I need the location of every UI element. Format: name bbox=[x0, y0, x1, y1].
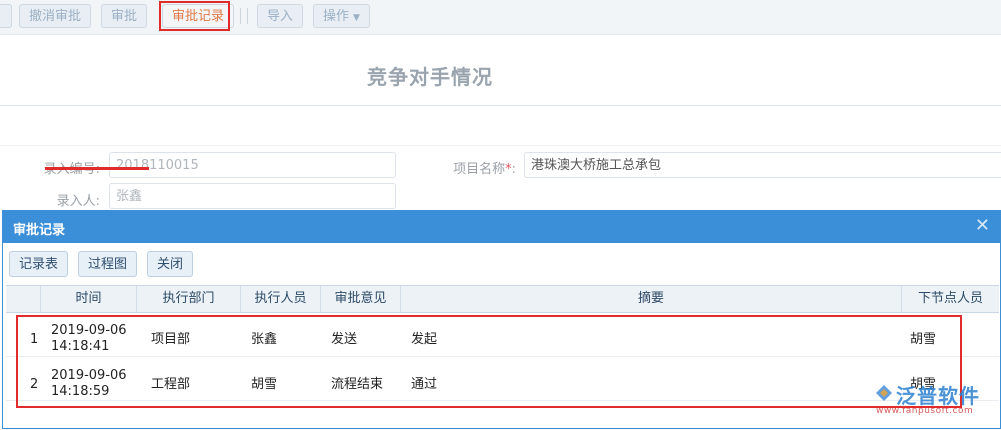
toolbar-separator bbox=[247, 8, 248, 24]
column-header-person[interactable]: 执行人员 bbox=[241, 286, 321, 312]
highlight-box-approval-rows bbox=[16, 315, 962, 408]
project-name-label: 项目名称*: bbox=[420, 158, 516, 177]
column-header-time[interactable]: 时间 bbox=[41, 286, 137, 312]
toolbar-button-hidden[interactable] bbox=[0, 4, 12, 28]
approve-button[interactable]: 审批 bbox=[101, 4, 148, 28]
close-button[interactable]: 关闭 bbox=[147, 251, 194, 277]
highlight-underline-entry-person bbox=[45, 167, 149, 170]
dialog-title: 审批记录 bbox=[13, 223, 66, 238]
form-title: 竞争对手情况 bbox=[367, 65, 493, 89]
entry-person-label: 录入人: bbox=[56, 194, 100, 209]
toolbar: 撤消审批 审批 审批记录 导入 操作 ▼ bbox=[0, 0, 1001, 35]
column-header-index bbox=[6, 286, 41, 312]
column-header-summary[interactable]: 摘要 bbox=[401, 286, 902, 312]
close-icon[interactable]: ✕ bbox=[975, 215, 990, 236]
operations-dropdown-button[interactable]: 操作 ▼ bbox=[313, 4, 370, 28]
table-header: 时间 执行部门 执行人员 审批意见 摘要 下节点人员 bbox=[6, 285, 999, 313]
project-name-label-colon: : bbox=[511, 162, 516, 177]
operations-label: 操作 bbox=[323, 9, 350, 24]
brand-mark-icon bbox=[876, 385, 892, 401]
project-name-label-text: 项目名称 bbox=[453, 162, 506, 177]
brand-name: 泛普软件 bbox=[896, 384, 980, 408]
divider bbox=[0, 145, 1001, 146]
record-table-button[interactable]: 记录表 bbox=[9, 251, 69, 277]
brand-logo: 泛普软件 www.fanpusoft.com bbox=[874, 380, 1000, 420]
dialog-header: 审批记录 ✕ bbox=[3, 211, 1000, 243]
divider bbox=[0, 105, 1001, 106]
entry-no-field[interactable]: 2018110015 bbox=[109, 152, 396, 178]
entry-person-field[interactable]: 张鑫 bbox=[109, 183, 396, 209]
caret-down-icon: ▼ bbox=[353, 13, 360, 23]
brand-url: www.fanpusoft.com bbox=[876, 406, 974, 416]
column-header-dept[interactable]: 执行部门 bbox=[137, 286, 241, 312]
project-name-field[interactable]: 港珠澳大桥施工总承包 bbox=[524, 152, 1001, 178]
column-header-opinion[interactable]: 审批意见 bbox=[321, 286, 401, 312]
process-diagram-button[interactable]: 过程图 bbox=[78, 251, 138, 277]
highlight-box-approval-record bbox=[159, 1, 230, 31]
toolbar-separator bbox=[240, 8, 241, 24]
revoke-approval-button[interactable]: 撤消审批 bbox=[19, 4, 92, 28]
column-header-next-node[interactable]: 下节点人员 bbox=[902, 286, 999, 312]
import-button[interactable]: 导入 bbox=[257, 4, 304, 28]
